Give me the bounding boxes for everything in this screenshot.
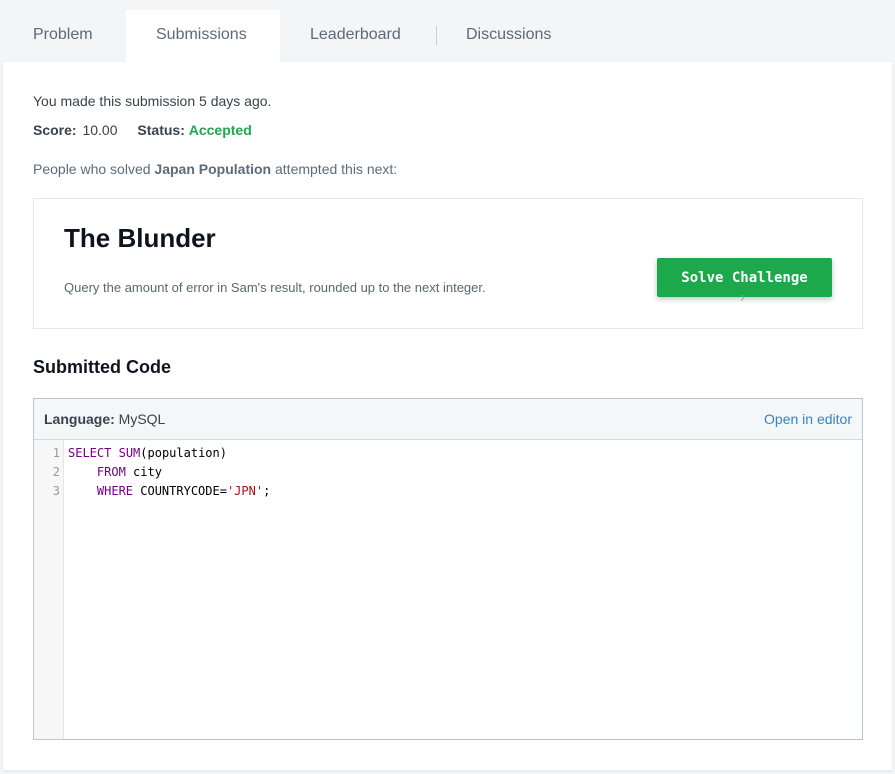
code-function: SUM — [118, 446, 141, 460]
code-header: Language: MySQL Open in editor — [34, 399, 862, 440]
tab-bar: Problem Submissions Leaderboard Discussi… — [0, 10, 895, 62]
language-label: Language: — [44, 411, 115, 427]
submission-panel: You made this submission 5 days ago. Sco… — [3, 62, 892, 770]
tab-discussions[interactable]: Discussions — [466, 10, 551, 62]
language-value: MySQL — [118, 411, 166, 427]
code-text: city — [125, 465, 162, 479]
tab-submissions[interactable]: Submissions — [126, 10, 280, 62]
score-label: Score: — [33, 122, 77, 138]
recommended-challenge-description: Query the amount of error in Sam's resul… — [64, 280, 486, 295]
recommended-challenge-card: The Blunder Query the amount of error in… — [33, 198, 863, 329]
score-value: 10.00 — [82, 122, 118, 138]
tab-problem[interactable]: Problem — [0, 10, 126, 62]
tab-leaderboard[interactable]: Leaderboard — [310, 10, 401, 62]
solved-challenge-name: Japan Population — [154, 161, 272, 177]
code-keyword: SELECT — [68, 446, 112, 460]
open-in-editor-link[interactable]: Open in editor — [764, 411, 852, 427]
status-badge: Accepted — [188, 122, 252, 138]
code-keyword: WHERE — [96, 484, 134, 498]
solve-challenge-button[interactable]: Solve Challenge — [657, 258, 832, 297]
score-row: Score: 10.00 Status: Accepted — [33, 122, 252, 138]
next-prefix: People who solved — [33, 161, 155, 177]
line-number: 2 — [52, 465, 60, 479]
submission-time-text: You made this submission 5 days ago. — [33, 93, 272, 109]
next-challenge-text: People who solved Japan Population attem… — [33, 161, 397, 177]
code-viewer: Language: MySQL Open in editor 1 2 3 SEL… — [33, 398, 863, 740]
line-number-gutter: 1 2 3 — [34, 440, 64, 739]
code-text: ; — [263, 484, 271, 498]
code-text: (population) — [140, 446, 227, 460]
code-keyword: FROM — [96, 465, 126, 479]
recommended-challenge-title[interactable]: The Blunder — [64, 223, 216, 254]
line-number: 1 — [52, 446, 60, 460]
tab-divider — [436, 26, 437, 45]
next-suffix: attempted this next: — [271, 161, 398, 177]
code-line[interactable]: FROM city — [68, 465, 162, 479]
status-label: Status: — [137, 122, 185, 138]
submitted-code-title: Submitted Code — [33, 357, 171, 377]
code-line[interactable]: WHERE COUNTRYCODE='JPN'; — [68, 484, 270, 498]
language-info: Language: MySQL — [44, 411, 165, 427]
code-text: COUNTRYCODE= — [133, 484, 227, 498]
mouse-cursor-icon: ˀ — [740, 293, 745, 307]
line-number: 3 — [52, 484, 60, 498]
code-string: 'JPN' — [226, 484, 264, 498]
code-line[interactable]: SELECT SUM(population) — [68, 446, 227, 460]
